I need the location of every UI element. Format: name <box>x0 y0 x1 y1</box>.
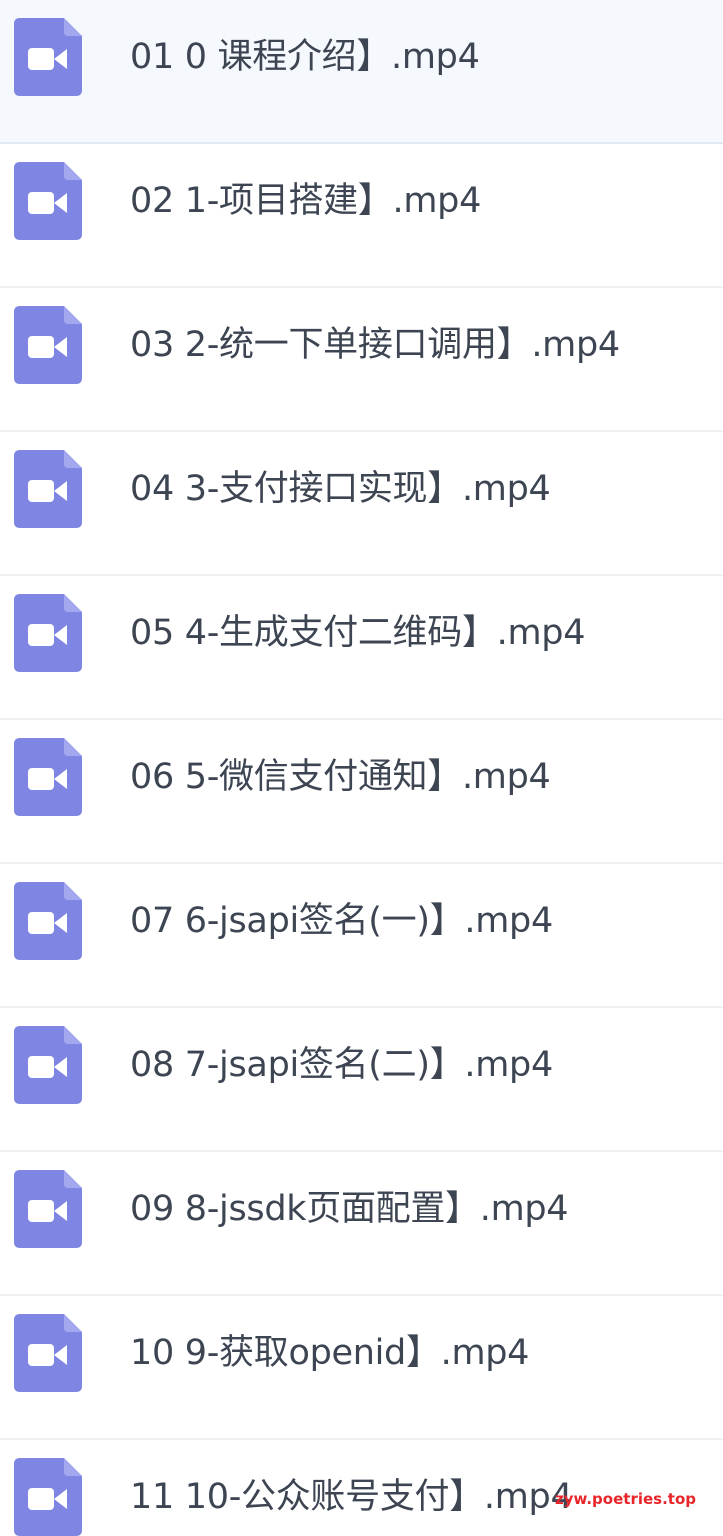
video-file-icon[interactable] <box>14 18 82 96</box>
video-file-icon[interactable] <box>14 1314 82 1392</box>
file-row[interactable]: 11 10-公众账号支付】.mp4 <box>0 1440 723 1536</box>
file-row[interactable]: 02 1-项目搭建】.mp4 <box>0 144 723 288</box>
watermark-text: zyw.poetries.top <box>554 1490 696 1508</box>
file-row[interactable]: 09 8-jssdk页面配置】.mp4 <box>0 1152 723 1296</box>
file-row[interactable]: 06 5-微信支付通知】.mp4 <box>0 720 723 864</box>
file-row[interactable]: 04 3-支付接口实现】.mp4 <box>0 432 723 576</box>
file-name[interactable]: 05 4-生成支付二维码】.mp4 <box>130 608 585 658</box>
video-file-icon[interactable] <box>14 882 82 960</box>
file-name[interactable]: 06 5-微信支付通知】.mp4 <box>130 752 551 802</box>
video-file-icon[interactable] <box>14 1170 82 1248</box>
video-file-icon[interactable] <box>14 1026 82 1104</box>
video-file-icon[interactable] <box>14 738 82 816</box>
file-name[interactable]: 07 6-jsapi签名(一)】.mp4 <box>130 896 553 946</box>
video-file-icon[interactable] <box>14 162 82 240</box>
file-name[interactable]: 03 2-统一下单接口调用】.mp4 <box>130 320 620 370</box>
video-file-icon[interactable] <box>14 594 82 672</box>
file-row[interactable]: 10 9-获取openid】.mp4 <box>0 1296 723 1440</box>
video-file-icon[interactable] <box>14 450 82 528</box>
file-row[interactable]: 01 0 课程介绍】.mp4 <box>0 0 723 144</box>
file-name[interactable]: 04 3-支付接口实现】.mp4 <box>130 464 551 514</box>
file-name[interactable]: 08 7-jsapi签名(二)】.mp4 <box>130 1040 553 1090</box>
file-name[interactable]: 11 10-公众账号支付】.mp4 <box>130 1472 573 1522</box>
video-file-icon[interactable] <box>14 306 82 384</box>
file-list: 01 0 课程介绍】.mp4 02 1-项目搭建】.mp4 03 2-统一下单接口调… <box>0 0 723 1536</box>
file-row[interactable]: 03 2-统一下单接口调用】.mp4 <box>0 288 723 432</box>
file-row[interactable]: 05 4-生成支付二维码】.mp4 <box>0 576 723 720</box>
file-name[interactable]: 01 0 课程介绍】.mp4 <box>130 32 480 82</box>
video-file-icon[interactable] <box>14 1458 82 1536</box>
file-name[interactable]: 02 1-项目搭建】.mp4 <box>130 176 481 226</box>
file-row[interactable]: 07 6-jsapi签名(一)】.mp4 <box>0 864 723 1008</box>
file-name[interactable]: 10 9-获取openid】.mp4 <box>130 1328 529 1378</box>
file-name[interactable]: 09 8-jssdk页面配置】.mp4 <box>130 1184 569 1234</box>
file-row[interactable]: 08 7-jsapi签名(二)】.mp4 <box>0 1008 723 1152</box>
